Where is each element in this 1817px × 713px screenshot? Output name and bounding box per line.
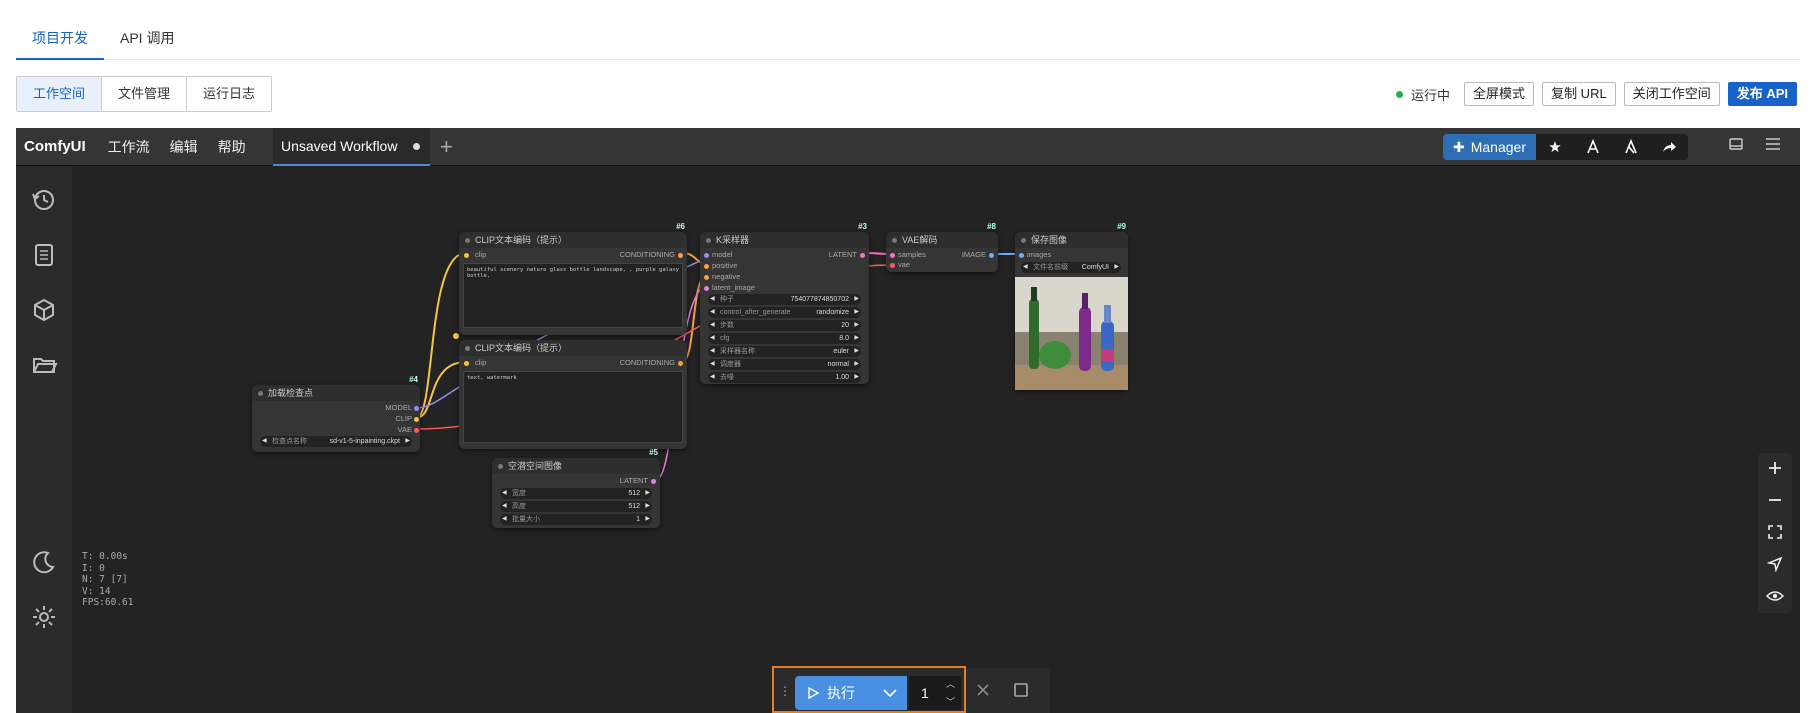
filename-prefix-widget[interactable]: 文件名前缀ComfyUI	[1021, 262, 1121, 273]
play-icon	[808, 687, 819, 699]
node-title: 空潜空间图像	[492, 458, 660, 474]
input-clip[interactable]: clip	[464, 250, 486, 259]
scheduler-widget[interactable]: 调度器normal	[708, 359, 861, 370]
node-ksampler[interactable]: #3 K采样器 model positive negative latent_i…	[700, 222, 869, 384]
output-conditioning[interactable]: CONDITIONING	[620, 358, 683, 367]
node-title: CLIP文本编码（提示）	[459, 232, 687, 248]
header-actions: 运行中 全屏模式 复制 URL 关闭工作空间 发布 API	[1396, 82, 1797, 106]
width-widget[interactable]: 宽度512	[500, 488, 652, 499]
cfg-widget[interactable]: cfg8.0	[708, 333, 861, 344]
decrement-chevron-icon[interactable]: ﹀	[946, 695, 955, 708]
input-images[interactable]: images	[1019, 250, 1051, 259]
output-conditioning[interactable]: CONDITIONING	[620, 250, 683, 259]
node-load-checkpoint[interactable]: #4 加载检查点 MODEL CLIP VAE 检查点名称sd-v1-5-inp…	[252, 375, 420, 452]
node-title: VAE解码	[886, 232, 998, 248]
input-clip[interactable]: clip	[464, 358, 486, 367]
seed-widget[interactable]: 种子754077874850702	[708, 294, 861, 305]
prompt-textarea[interactable]: beautiful scenery nature glass bottle la…	[463, 263, 683, 328]
run-dropdown-chevron-icon[interactable]	[872, 676, 907, 710]
input-latent-image[interactable]: latent_image	[704, 283, 755, 292]
sub-tabs: 工作空间 文件管理 运行日志	[16, 76, 273, 112]
node-title: CLIP文本编码（提示）	[459, 340, 687, 356]
comfyui-frame: ComfyUI 工作流 编辑 帮助 Unsaved Workflow + ✚ M…	[16, 128, 1800, 713]
node-id: #3	[858, 222, 867, 231]
input-model[interactable]: model	[704, 250, 732, 259]
tab-file-management[interactable]: 文件管理	[102, 77, 188, 111]
node-clip-text-positive[interactable]: #6 CLIP文本编码（提示） clip CONDITIONING beauti…	[459, 222, 687, 335]
output-image[interactable]: IMAGE	[962, 250, 994, 259]
denoise-widget[interactable]: 去噪1.00	[708, 372, 861, 383]
tab-run-log[interactable]: 运行日志	[187, 77, 272, 111]
prompt-textarea[interactable]: text, watermark	[463, 371, 683, 443]
input-positive[interactable]: positive	[704, 261, 737, 270]
output-latent[interactable]: LATENT	[620, 476, 656, 485]
input-negative[interactable]: negative	[704, 272, 740, 281]
zoom-in-icon[interactable]	[1758, 453, 1792, 483]
ckpt-name-widget[interactable]: 检查点名称sd-v1-5-inpainting.ckpt	[260, 436, 412, 447]
node-title: K采样器	[700, 232, 869, 248]
node-id: #4	[409, 375, 418, 384]
stop-square-icon[interactable]	[1013, 682, 1029, 703]
fit-view-icon[interactable]	[1758, 517, 1792, 547]
tab-project-dev[interactable]: 项目开发	[16, 18, 104, 60]
stat-i: I: 0	[82, 562, 105, 574]
control-after-generate-widget[interactable]: control_after_generaterandomize	[708, 307, 861, 318]
copy-url-button[interactable]: 复制 URL	[1542, 82, 1616, 106]
node-title: 保存图像	[1015, 232, 1128, 248]
tab-api-call[interactable]: API 调用	[104, 18, 190, 60]
top-tabs: 项目开发 API 调用	[16, 18, 1800, 60]
steps-widget[interactable]: 步数20	[708, 320, 861, 331]
stat-v: V: 14	[82, 585, 111, 597]
input-vae[interactable]: vae	[890, 260, 910, 269]
status-dot	[1396, 90, 1404, 98]
close-workspace-button[interactable]: 关闭工作空间	[1623, 82, 1720, 106]
canvas-zoom-toolbar	[1758, 453, 1792, 613]
fullscreen-button[interactable]: 全屏模式	[1464, 82, 1535, 106]
node-clip-text-negative[interactable]: CLIP文本编码（提示） clip CONDITIONING text, wat…	[459, 340, 687, 449]
locate-icon[interactable]	[1758, 549, 1792, 579]
increment-chevron-icon[interactable]: ︿	[946, 677, 955, 690]
node-id: #8	[987, 222, 996, 231]
batch-size-widget[interactable]: 批量大小1	[500, 514, 652, 525]
node-id: #6	[676, 222, 685, 231]
cancel-close-icon[interactable]	[975, 682, 991, 703]
zoom-out-icon[interactable]	[1758, 485, 1792, 515]
canvas-stats: T: 0.00s I: 0 N: 7 [7] V: 14 FPS:60.61	[82, 551, 133, 609]
status-label: 运行中	[1411, 87, 1451, 103]
status-indicator: 运行中	[1396, 85, 1450, 104]
node-id: #9	[1117, 222, 1126, 231]
node-vae-decode[interactable]: #8 VAE解码 samples vae IMAGE	[886, 222, 998, 272]
output-latent[interactable]: LATENT	[829, 250, 865, 259]
output-model[interactable]: MODEL	[385, 403, 419, 412]
stat-fps: FPS:60.61	[82, 597, 134, 608]
eye-icon[interactable]	[1758, 581, 1792, 611]
publish-api-button[interactable]: 发布 API	[1727, 82, 1797, 106]
input-samples[interactable]: samples	[890, 250, 926, 259]
node-empty-latent[interactable]: #5 空潜空间图像 LATENT 宽度512 高度512 批量大小1	[492, 448, 660, 528]
tab-workspace[interactable]: 工作空间	[17, 77, 103, 111]
sampler-widget[interactable]: 采样器名称euler	[708, 346, 861, 357]
node-save-image[interactable]: #9 保存图像 images 文件名前缀ComfyUI	[1015, 222, 1128, 390]
run-label: 执行	[827, 685, 855, 701]
stat-time: T: 0.00s	[82, 551, 128, 562]
drag-handle-icon[interactable]: ⋮	[779, 684, 791, 698]
output-clip[interactable]: CLIP	[395, 414, 419, 423]
height-widget[interactable]: 高度512	[500, 501, 652, 512]
node-id: #5	[649, 448, 658, 457]
output-preview-image[interactable]	[1015, 277, 1128, 390]
output-vae[interactable]: VAE	[398, 425, 419, 434]
stat-nodes: N: 7 [7]	[82, 574, 128, 585]
node-title: 加载检查点	[252, 385, 420, 401]
